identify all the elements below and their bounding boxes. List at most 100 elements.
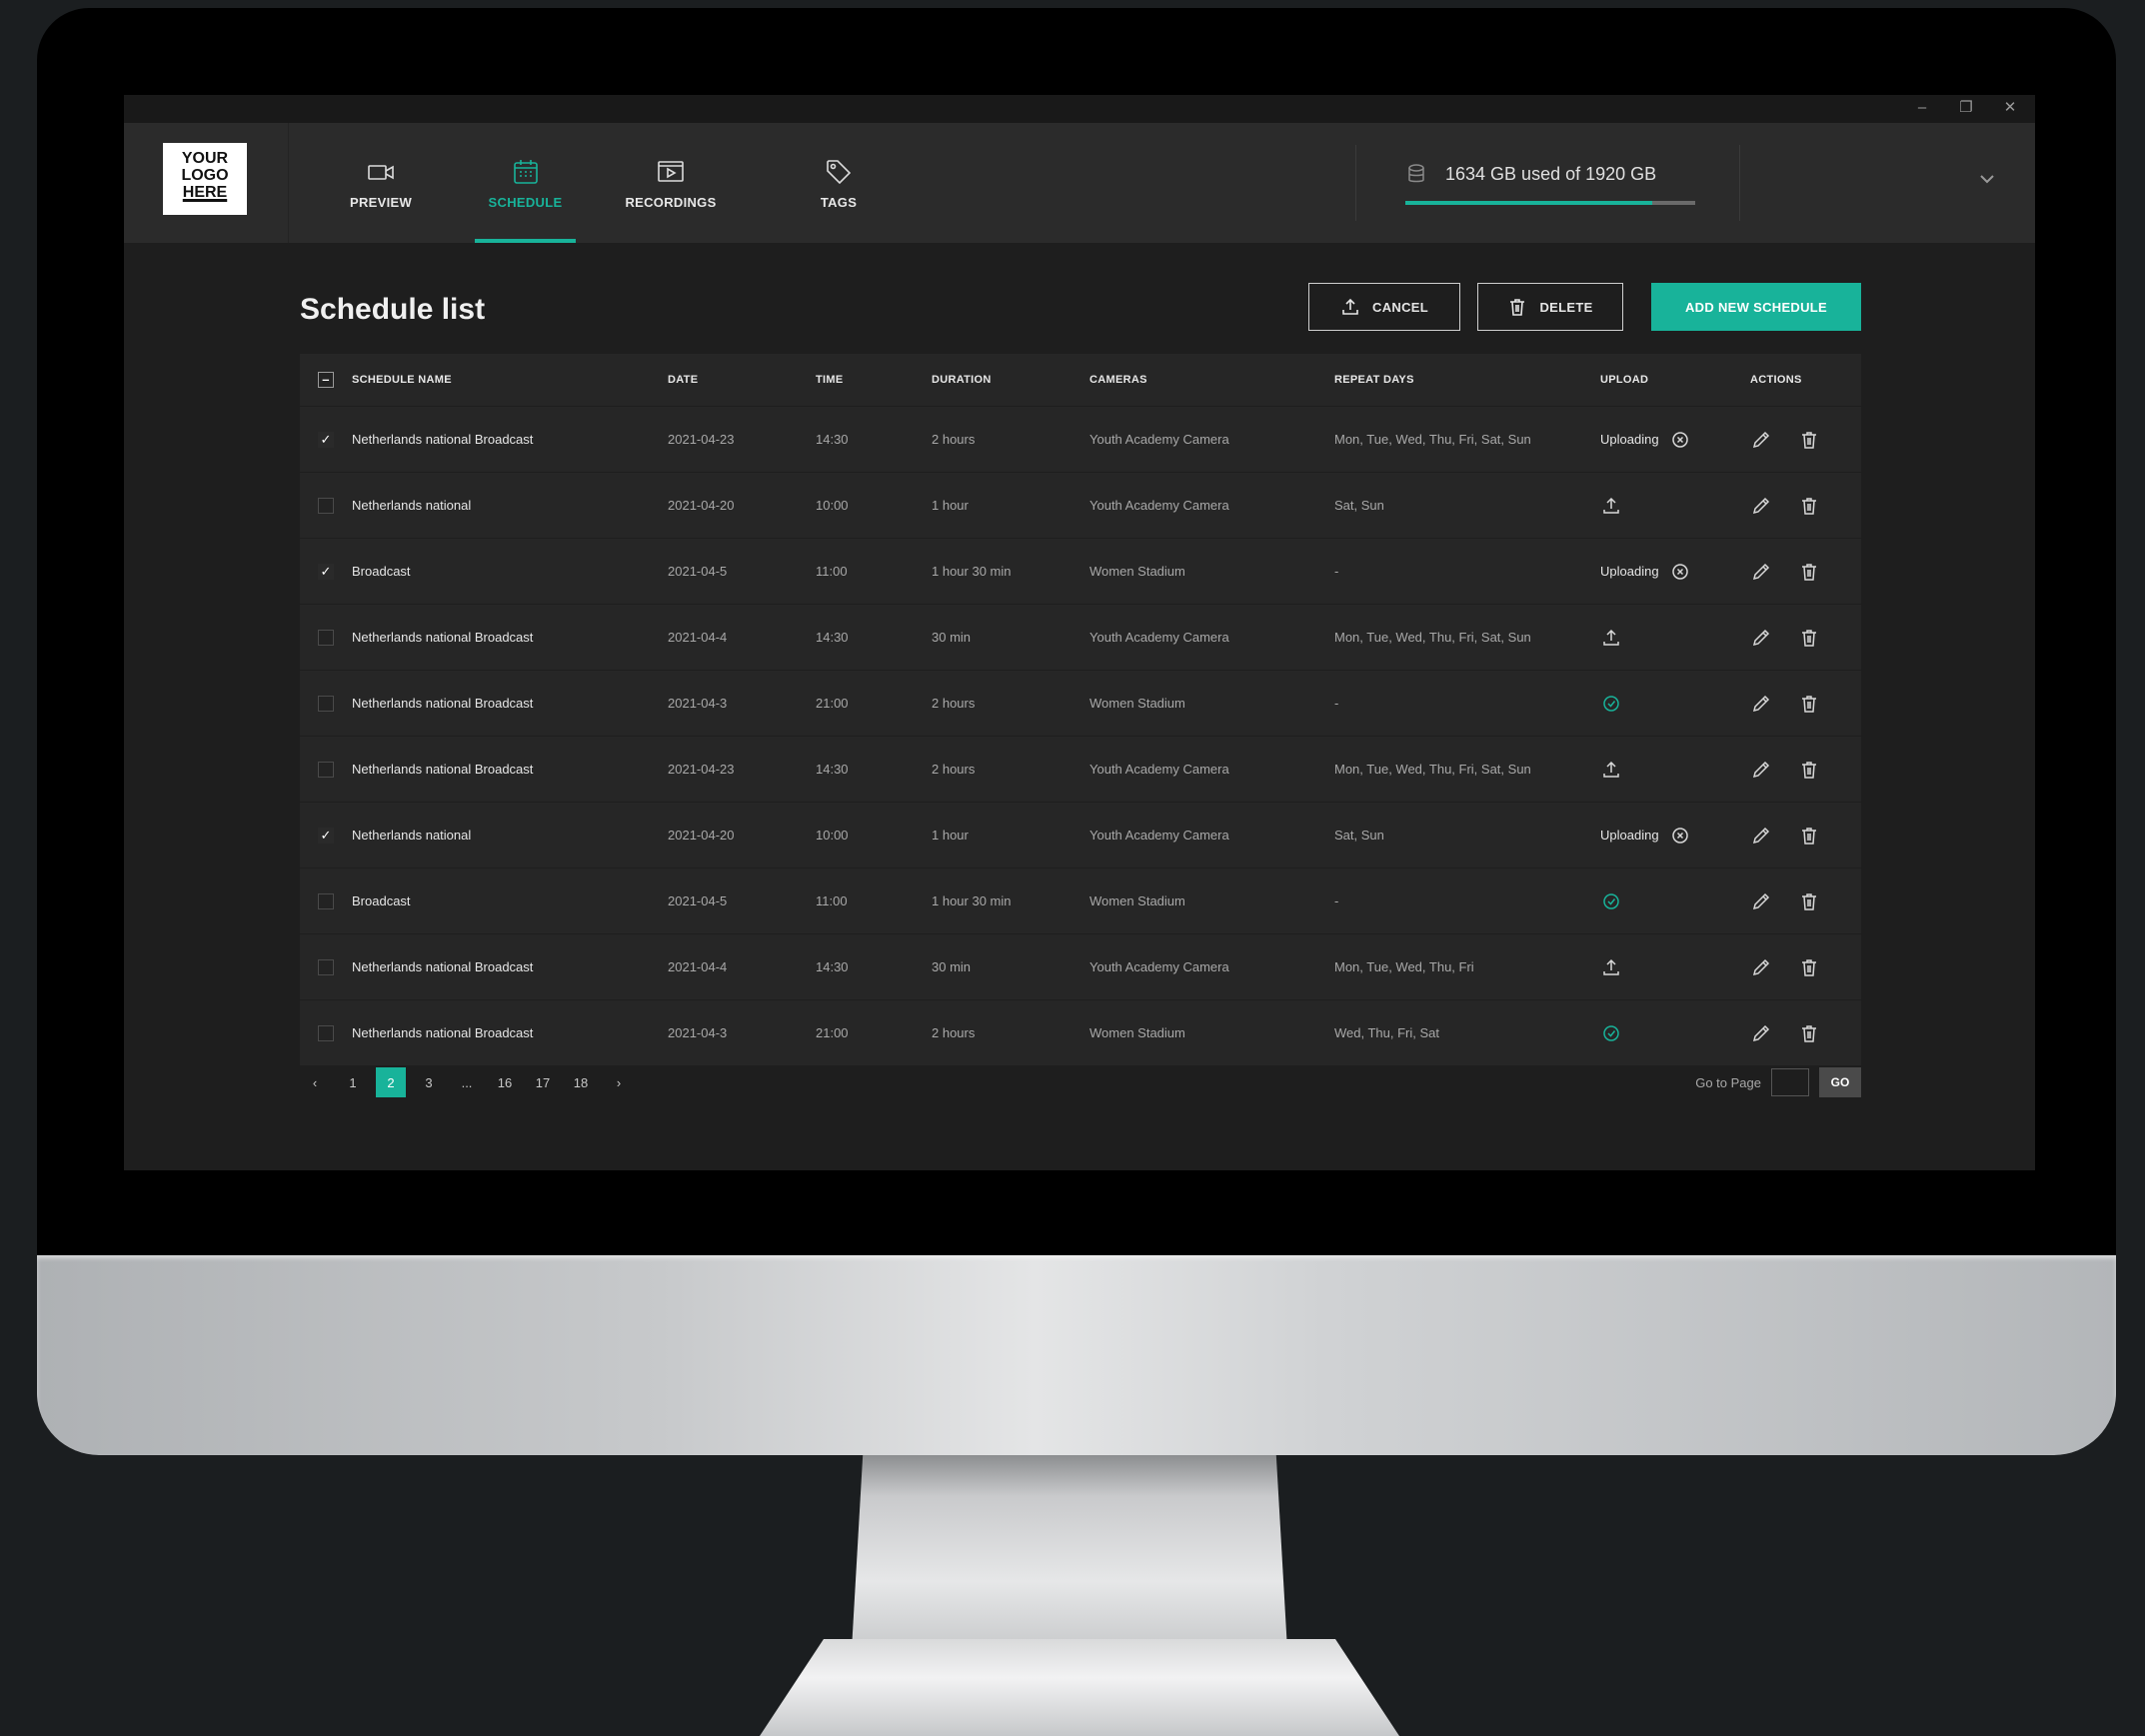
edit-icon[interactable] xyxy=(1750,1022,1772,1044)
row-checkbox[interactable] xyxy=(318,892,334,909)
monitor-chin xyxy=(37,1255,2116,1455)
schedule-repeat-days: Wed, Thu, Fri, Sat xyxy=(1334,1025,1440,1040)
table-row[interactable]: ✓ Broadcast 2021-04-5 11:00 1 hour 30 min Wom… xyxy=(300,539,1861,605)
app-window: – ❐ ✕ YOUR LOGO HERE PREVIEW SCHEDULE RE… xyxy=(124,95,2035,1170)
trash-icon[interactable] xyxy=(1798,759,1820,781)
trash-icon[interactable] xyxy=(1798,495,1820,517)
trash-icon[interactable] xyxy=(1798,693,1820,715)
column-header[interactable]: SCHEDULE NAME xyxy=(352,374,668,386)
schedule-date: 2021-04-3 xyxy=(668,1025,728,1040)
table-row[interactable]: ✓ Netherlands national 2021-04-20 10:00 1 ho… xyxy=(300,803,1861,868)
edit-icon[interactable] xyxy=(1750,956,1772,978)
row-checkbox[interactable] xyxy=(318,629,334,646)
row-checkbox[interactable] xyxy=(318,1024,334,1041)
add-new-schedule-button[interactable]: ADD NEW SCHEDULE xyxy=(1651,283,1861,331)
schedule-repeat-days: Mon, Tue, Wed, Thu, Fri, Sat, Sun xyxy=(1334,762,1531,777)
table-row[interactable]: Netherlands national Broadcast 2021-04-4 1… xyxy=(300,605,1861,671)
column-header[interactable]: CAMERAS xyxy=(1089,374,1334,386)
delete-button[interactable]: DELETE xyxy=(1477,283,1623,331)
trash-icon[interactable] xyxy=(1798,1022,1820,1044)
table-row[interactable]: Netherlands national Broadcast 2021-04-23… xyxy=(300,737,1861,803)
tab-label: TAGS xyxy=(820,194,858,210)
table-row[interactable]: ✓ Netherlands national Broadcast 2021-04-2… xyxy=(300,407,1861,473)
maximize-icon[interactable]: ❐ xyxy=(1955,97,1977,119)
go-button[interactable]: GO xyxy=(1819,1067,1861,1097)
edit-icon[interactable] xyxy=(1750,759,1772,781)
schedule-time: 11:00 xyxy=(816,893,848,908)
title-bar: – ❐ ✕ xyxy=(124,95,2035,123)
edit-icon[interactable] xyxy=(1750,627,1772,649)
row-checkbox[interactable] xyxy=(318,761,334,778)
edit-icon[interactable] xyxy=(1750,495,1772,517)
table-row[interactable]: Netherlands national Broadcast 2021-04-3 2… xyxy=(300,671,1861,737)
edit-icon[interactable] xyxy=(1750,693,1772,715)
minimize-icon[interactable]: – xyxy=(1911,97,1933,119)
edit-icon[interactable] xyxy=(1750,890,1772,912)
divider xyxy=(288,123,289,243)
trash-icon[interactable] xyxy=(1798,561,1820,583)
cancel-upload-icon[interactable] xyxy=(1669,429,1691,451)
page-2-current[interactable]: 2 xyxy=(376,1067,406,1097)
table-body: ✓ Netherlands national Broadcast 2021-04-2… xyxy=(300,407,1861,1066)
row-checkbox[interactable] xyxy=(318,497,334,514)
column-header[interactable]: TIME xyxy=(816,374,932,386)
page-18[interactable]: 18 xyxy=(566,1067,596,1097)
schedule-duration: 1 hour 30 min xyxy=(932,564,1012,579)
tab-preview[interactable]: PREVIEW xyxy=(330,123,432,243)
page-3[interactable]: 3 xyxy=(414,1067,444,1097)
row-checkbox[interactable]: ✓ xyxy=(318,827,334,844)
tab-tags[interactable]: TAGS xyxy=(804,123,874,243)
upload-icon[interactable] xyxy=(1600,956,1622,978)
page-17[interactable]: 17 xyxy=(528,1067,558,1097)
row-checkbox[interactable] xyxy=(318,695,334,712)
upload-icon[interactable] xyxy=(1600,495,1622,517)
schedule-duration: 2 hours xyxy=(932,1025,976,1040)
cancel-upload-icon[interactable] xyxy=(1669,825,1691,847)
upload-status: Uploading xyxy=(1600,564,1659,579)
tab-recordings[interactable]: RECORDINGS xyxy=(618,123,724,243)
cancel-button[interactable]: CANCEL xyxy=(1308,283,1460,331)
schedule-camera: Youth Academy Camera xyxy=(1089,762,1229,777)
schedule-name: Netherlands national Broadcast xyxy=(352,696,534,711)
cancel-upload-icon[interactable] xyxy=(1669,561,1691,583)
play-screen-icon xyxy=(658,160,684,182)
upload-cell xyxy=(1600,495,1750,517)
chevron-down-icon[interactable] xyxy=(1979,171,1995,187)
trash-icon[interactable] xyxy=(1798,956,1820,978)
column-header[interactable]: DURATION xyxy=(932,374,1089,386)
schedule-date: 2021-04-23 xyxy=(668,762,735,777)
page-16[interactable]: 16 xyxy=(490,1067,520,1097)
trash-icon[interactable] xyxy=(1798,890,1820,912)
table-row[interactable]: Broadcast 2021-04-5 11:00 1 hour 30 min Wome… xyxy=(300,868,1861,934)
column-header[interactable]: REPEAT DAYS xyxy=(1334,374,1600,386)
close-icon[interactable]: ✕ xyxy=(1999,97,2021,119)
schedule-time: 11:00 xyxy=(816,564,848,579)
column-header[interactable]: DATE xyxy=(668,374,816,386)
edit-icon[interactable] xyxy=(1750,429,1772,451)
schedule-date: 2021-04-4 xyxy=(668,630,728,645)
trash-icon[interactable] xyxy=(1798,825,1820,847)
divider xyxy=(1355,145,1356,221)
row-checkbox[interactable]: ✓ xyxy=(318,563,334,580)
page-1[interactable]: 1 xyxy=(338,1067,368,1097)
upload-icon[interactable] xyxy=(1600,627,1622,649)
row-checkbox[interactable] xyxy=(318,958,334,975)
trash-icon[interactable] xyxy=(1798,627,1820,649)
chevron-right-icon[interactable]: › xyxy=(604,1067,634,1097)
upload-cell xyxy=(1600,693,1750,715)
tab-label: RECORDINGS xyxy=(625,194,717,210)
upload-icon[interactable] xyxy=(1600,759,1622,781)
row-checkbox[interactable]: ✓ xyxy=(318,431,334,448)
tab-schedule[interactable]: SCHEDULE xyxy=(475,123,576,243)
table-row[interactable]: Netherlands national Broadcast 2021-04-4 1… xyxy=(300,934,1861,1000)
edit-icon[interactable] xyxy=(1750,825,1772,847)
table-row[interactable]: Netherlands national Broadcast 2021-04-3 2… xyxy=(300,1000,1861,1066)
select-all-checkbox[interactable]: – xyxy=(318,372,334,388)
edit-icon[interactable] xyxy=(1750,561,1772,583)
go-to-page-input[interactable] xyxy=(1771,1068,1809,1096)
schedule-repeat-days: Sat, Sun xyxy=(1334,828,1384,843)
chevron-left-icon[interactable]: ‹ xyxy=(300,1067,330,1097)
table-row[interactable]: Netherlands national 2021-04-20 10:00 1 hou… xyxy=(300,473,1861,539)
upload-cell: Uploading xyxy=(1600,561,1750,583)
trash-icon[interactable] xyxy=(1798,429,1820,451)
